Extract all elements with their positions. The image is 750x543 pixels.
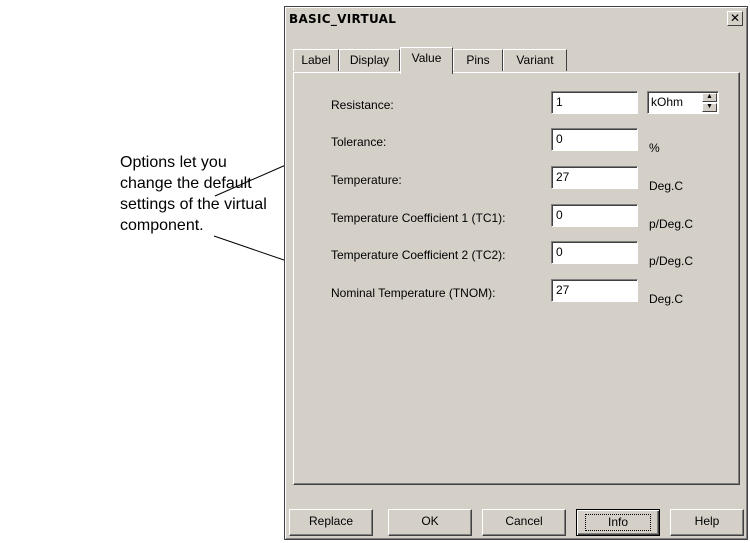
- help-button[interactable]: Help: [670, 509, 744, 536]
- tab-pins[interactable]: Pins: [453, 49, 503, 71]
- info-button[interactable]: Info: [576, 509, 660, 536]
- resistance-unit-spinner[interactable]: kOhm ▲ ▼: [647, 91, 719, 114]
- tab-display[interactable]: Display: [339, 49, 400, 71]
- callout-line: settings of the virtual: [120, 196, 267, 213]
- tab-value[interactable]: Value: [400, 47, 453, 74]
- title-bar[interactable]: BASIC_VIRTUAL ✕: [287, 9, 745, 29]
- resistance-label: Resistance:: [331, 98, 394, 112]
- tolerance-field[interactable]: 0: [551, 128, 638, 151]
- tab-label[interactable]: Label: [293, 49, 339, 71]
- callout-line: change the default: [120, 175, 252, 192]
- callout-line: Options let you: [120, 154, 227, 171]
- temperature-label: Temperature:: [331, 173, 402, 187]
- ok-button[interactable]: OK: [388, 509, 472, 536]
- temperature-unit: Deg.C: [649, 179, 684, 193]
- dialog-title: BASIC_VIRTUAL: [289, 12, 397, 26]
- spin-down-icon[interactable]: ▼: [702, 103, 717, 112]
- tc1-label: Temperature Coefficient 1 (TC1):: [331, 211, 506, 225]
- resistance-unit-value: kOhm: [651, 95, 684, 109]
- spin-buttons: ▲ ▼: [702, 93, 717, 112]
- resistance-field[interactable]: 1: [551, 91, 638, 114]
- close-icon: ✕: [729, 11, 741, 25]
- tc1-unit: p/Deg.C: [649, 217, 694, 231]
- value-tab-panel: [293, 72, 740, 485]
- tnom-field[interactable]: 27: [551, 279, 638, 302]
- tnom-unit: Deg.C: [649, 292, 684, 306]
- cancel-button[interactable]: Cancel: [482, 509, 566, 536]
- callout-line: component.: [120, 217, 204, 234]
- close-button[interactable]: ✕: [727, 11, 743, 26]
- callout-text: Options let you change the default setti…: [120, 152, 290, 236]
- tc2-field[interactable]: 0: [551, 241, 638, 264]
- tc2-label: Temperature Coefficient 2 (TC2):: [331, 248, 506, 262]
- spin-up-icon[interactable]: ▲: [702, 93, 717, 102]
- tnom-label: Nominal Temperature (TNOM):: [331, 286, 496, 300]
- info-button-label: Info: [584, 514, 651, 531]
- tc1-field[interactable]: 0: [551, 204, 638, 227]
- tolerance-unit: %: [649, 141, 660, 155]
- component-properties-dialog: BASIC_VIRTUAL ✕ Label Display Value Pins…: [284, 6, 748, 540]
- temperature-field[interactable]: 27: [551, 166, 638, 189]
- tolerance-label: Tolerance:: [331, 135, 387, 149]
- tc2-unit: p/Deg.C: [649, 254, 694, 268]
- tab-variant[interactable]: Variant: [503, 49, 567, 71]
- replace-button[interactable]: Replace: [289, 509, 373, 536]
